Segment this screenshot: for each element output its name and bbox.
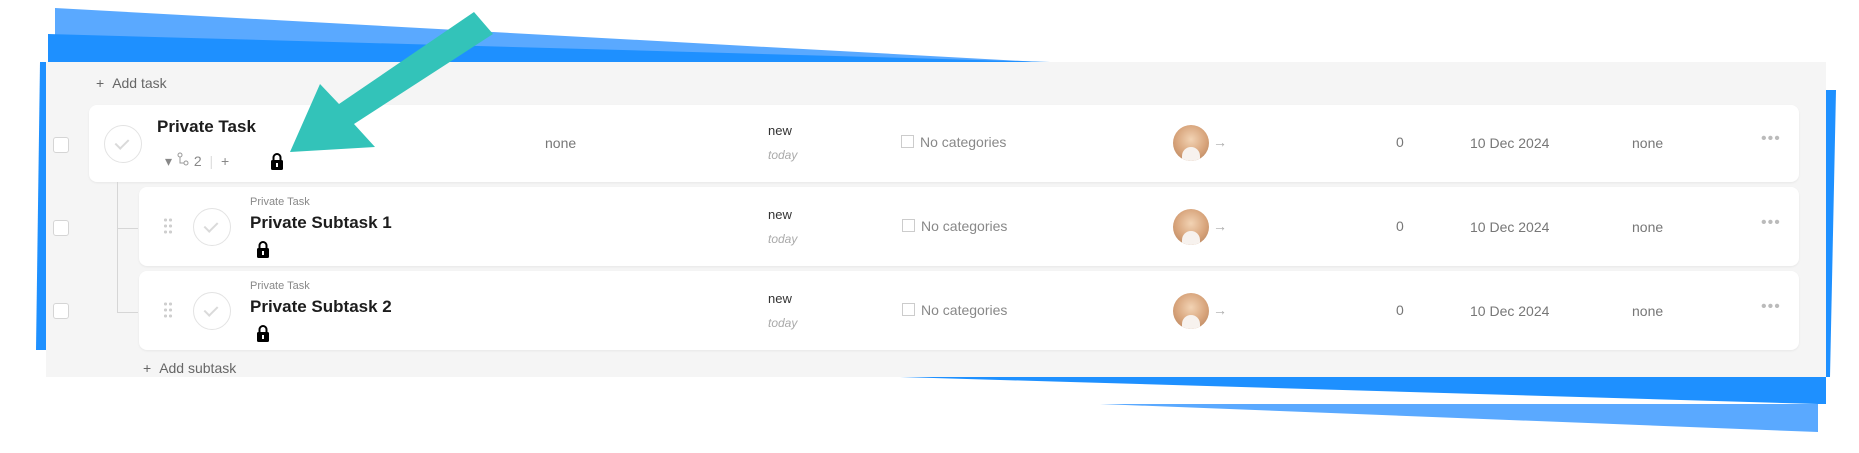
avatar[interactable]	[1173, 125, 1209, 161]
complete-task-button[interactable]	[104, 125, 142, 163]
category-checkbox	[902, 303, 915, 316]
more-icon[interactable]: •••	[1761, 214, 1781, 232]
parent-task-row[interactable]: Private Task ▾ 2 | + none new today No c…	[89, 105, 1799, 182]
more-icon[interactable]: •••	[1761, 130, 1781, 148]
task-title[interactable]: Private Subtask 1	[250, 213, 392, 233]
plus-icon: +	[143, 360, 152, 376]
task-title[interactable]: Private Subtask 2	[250, 297, 392, 317]
status-date: today	[768, 316, 798, 330]
avatar[interactable]	[1173, 293, 1209, 329]
categories-field[interactable]: No categories	[902, 302, 1007, 318]
priority[interactable]: none	[1632, 219, 1663, 235]
more-icon[interactable]: •••	[1761, 298, 1781, 316]
subtask-row[interactable]: Private Task Private Subtask 2 new today…	[139, 271, 1799, 350]
complete-task-button[interactable]	[193, 208, 231, 246]
add-task-button[interactable]: + Add task	[96, 75, 167, 91]
add-subtask-button[interactable]: + Add subtask	[143, 360, 236, 376]
due-date[interactable]: 10 Dec 2024	[1470, 135, 1549, 151]
status-label[interactable]: new	[768, 291, 792, 306]
row-select-checkbox[interactable]	[53, 137, 69, 153]
plus-icon: +	[96, 75, 105, 91]
status-label[interactable]: new	[768, 207, 792, 222]
parent-task-label: Private Task	[250, 196, 310, 208]
row-select-checkbox[interactable]	[53, 220, 69, 236]
reassign-arrow-icon[interactable]: →	[1213, 218, 1227, 234]
parent-task-label: Private Task	[250, 280, 310, 292]
reassign-arrow-icon[interactable]: →	[1213, 302, 1227, 318]
category-checkbox	[901, 135, 914, 148]
due-date[interactable]: 10 Dec 2024	[1470, 219, 1549, 235]
due-date[interactable]: 10 Dec 2024	[1470, 303, 1549, 319]
lock-icon	[271, 153, 283, 170]
status-label[interactable]: new	[768, 123, 792, 138]
subtask-count: 2	[193, 153, 202, 169]
categories-field[interactable]: No categories	[902, 218, 1007, 234]
status-date: today	[768, 148, 798, 162]
categories-field[interactable]: No categories	[901, 134, 1006, 150]
subtask-icon	[177, 152, 189, 166]
lock-icon	[257, 241, 269, 258]
task-title[interactable]: Private Task	[157, 117, 256, 137]
tree-connector	[117, 228, 138, 313]
drag-handle-icon[interactable]	[163, 301, 173, 319]
row-select-checkbox[interactable]	[53, 303, 69, 319]
add-subtask-icon[interactable]: +	[221, 153, 229, 169]
status-date: today	[768, 232, 798, 246]
reassign-arrow-icon[interactable]: →	[1213, 134, 1227, 150]
count-value: 0	[1396, 218, 1404, 234]
count-value: 0	[1396, 302, 1404, 318]
subtask-row[interactable]: Private Task Private Subtask 1 new today…	[139, 187, 1799, 266]
caret-down-icon: ▾	[165, 153, 173, 169]
tree-connector	[117, 182, 138, 229]
drag-handle-icon[interactable]	[163, 217, 173, 235]
avatar[interactable]	[1173, 209, 1209, 245]
category-checkbox	[902, 219, 915, 232]
priority[interactable]: none	[1632, 135, 1663, 151]
subtask-toggle[interactable]: ▾ 2 | +	[165, 152, 229, 170]
complete-task-button[interactable]	[193, 292, 231, 330]
priority[interactable]: none	[1632, 303, 1663, 319]
count-value: 0	[1396, 134, 1404, 150]
lock-icon	[257, 325, 269, 342]
assignee-group[interactable]: none	[545, 135, 576, 151]
